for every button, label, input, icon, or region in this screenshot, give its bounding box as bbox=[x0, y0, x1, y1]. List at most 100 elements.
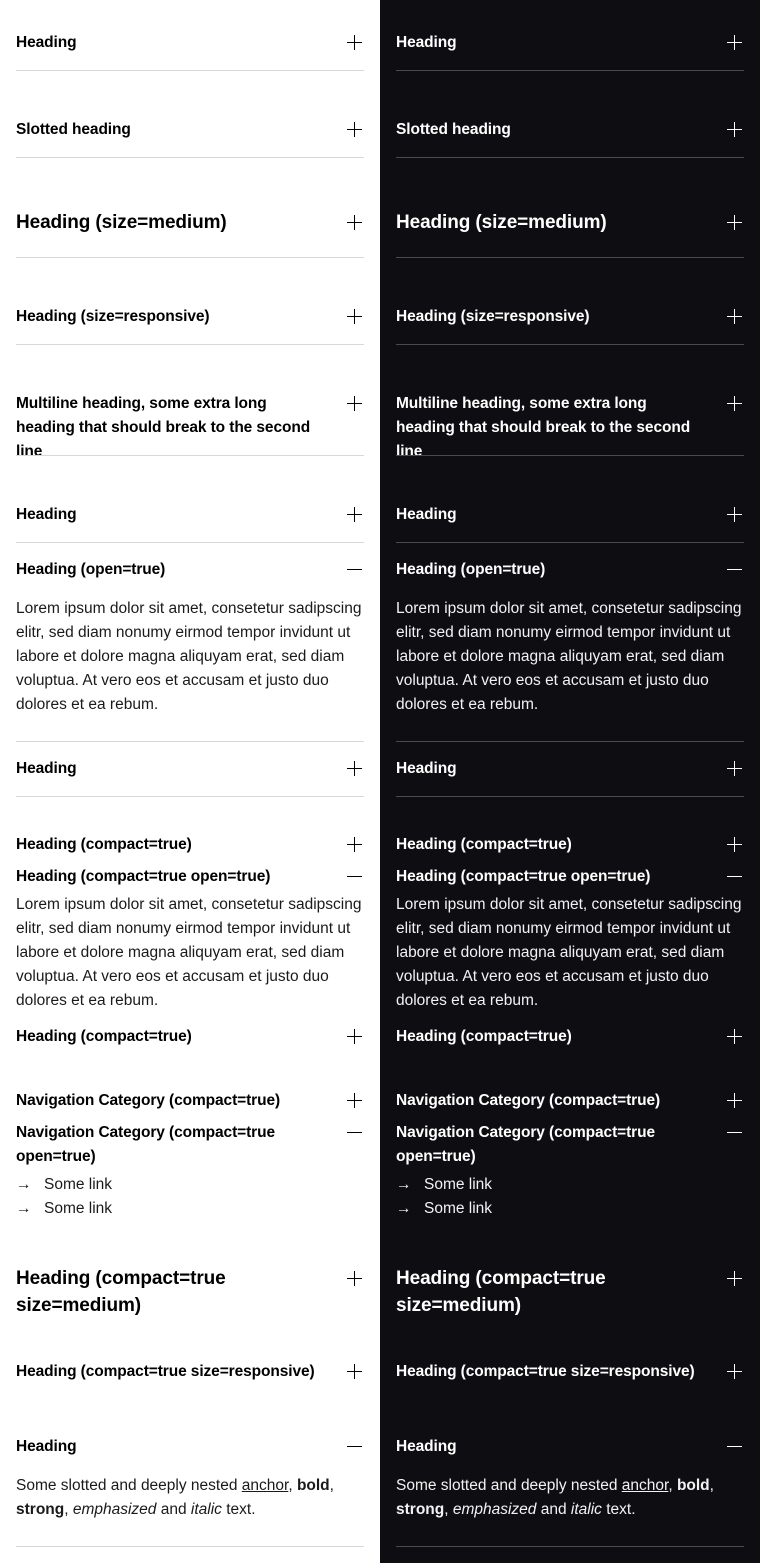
plus-icon[interactable] bbox=[347, 1271, 362, 1286]
accordion-title: Heading bbox=[396, 34, 457, 51]
plus-icon[interactable] bbox=[347, 507, 362, 522]
plus-icon[interactable] bbox=[727, 1093, 742, 1108]
plus-icon[interactable] bbox=[347, 122, 362, 137]
accordion-title: Slotted heading bbox=[16, 121, 131, 138]
plus-icon[interactable] bbox=[347, 1364, 362, 1379]
divider bbox=[396, 157, 744, 158]
accordion-content: Lorem ipsum dolor sit amet, consetetur s… bbox=[16, 896, 362, 1009]
plus-icon[interactable] bbox=[727, 761, 742, 776]
some-link[interactable]: → Some link bbox=[16, 1197, 112, 1221]
minus-icon[interactable] bbox=[727, 562, 742, 577]
accordion-title: Heading (size=medium) bbox=[16, 212, 227, 233]
accordion-title: Navigation Category (compact=true) bbox=[396, 1092, 661, 1109]
some-link[interactable]: → Some link bbox=[396, 1173, 492, 1197]
divider bbox=[16, 70, 364, 71]
arrow-right-icon: → bbox=[16, 1176, 32, 1193]
accordion-title: Heading bbox=[396, 760, 457, 777]
minus-icon[interactable] bbox=[727, 1125, 742, 1140]
plus-icon[interactable] bbox=[727, 1029, 742, 1044]
divider bbox=[396, 796, 744, 797]
plus-icon[interactable] bbox=[727, 309, 742, 324]
divider bbox=[16, 257, 364, 258]
divider bbox=[16, 1546, 364, 1547]
accordion-title: Heading (compact=true size=responsive) bbox=[396, 1363, 695, 1380]
plus-icon[interactable] bbox=[727, 122, 742, 137]
divider bbox=[396, 455, 744, 456]
plus-icon[interactable] bbox=[727, 837, 742, 852]
accordion-content: Lorem ipsum dolor sit amet, consetetur s… bbox=[16, 600, 362, 713]
accordion-title: Heading (compact=true) bbox=[396, 1028, 572, 1045]
plus-icon[interactable] bbox=[347, 1029, 362, 1044]
accordion-title: Heading (open=true) bbox=[16, 561, 166, 578]
minus-icon[interactable] bbox=[347, 1125, 362, 1140]
arrow-right-icon: → bbox=[16, 1200, 32, 1217]
accordion-title: Heading (size=responsive) bbox=[16, 308, 210, 325]
minus-icon[interactable] bbox=[347, 562, 362, 577]
accordion-slotted-content: Some slotted and deeply nested anchor, b… bbox=[396, 1477, 714, 1518]
divider bbox=[396, 257, 744, 258]
minus-icon[interactable] bbox=[347, 869, 362, 884]
minus-icon[interactable] bbox=[347, 1439, 362, 1454]
divider bbox=[396, 70, 744, 71]
divider bbox=[16, 542, 364, 543]
plus-icon[interactable] bbox=[727, 1364, 742, 1379]
plus-icon[interactable] bbox=[347, 396, 362, 411]
accordion-title: Heading (compact=true) bbox=[396, 836, 572, 853]
divider bbox=[16, 455, 364, 456]
minus-icon[interactable] bbox=[727, 869, 742, 884]
divider bbox=[396, 344, 744, 345]
some-link[interactable]: → Some link bbox=[16, 1173, 112, 1197]
accordion-title: Slotted heading bbox=[396, 121, 511, 138]
arrow-right-icon: → bbox=[396, 1176, 412, 1193]
plus-icon[interactable] bbox=[347, 35, 362, 50]
accordion-title: Heading (open=true) bbox=[396, 561, 546, 578]
accordion-title: Heading bbox=[16, 760, 77, 777]
accordion-title: Heading (size=medium) bbox=[396, 212, 607, 233]
accordion-title: Heading (size=responsive) bbox=[396, 308, 590, 325]
accordion-slotted-content: Some slotted and deeply nested anchor, b… bbox=[16, 1477, 334, 1518]
accordion-title: Navigation Category (compact=true open=t… bbox=[16, 1124, 275, 1165]
plus-icon[interactable] bbox=[727, 396, 742, 411]
divider bbox=[396, 741, 744, 742]
plus-icon[interactable] bbox=[347, 309, 362, 324]
divider bbox=[16, 741, 364, 742]
dark-theme-panel: Heading Slotted heading Heading (size=me… bbox=[380, 0, 760, 1563]
accordion-title: Heading bbox=[16, 1438, 77, 1455]
anchor-link[interactable]: anchor bbox=[622, 1477, 669, 1494]
anchor-link[interactable]: anchor bbox=[242, 1477, 289, 1494]
accordion-title: Heading (compact=true open=true) bbox=[16, 868, 271, 885]
accordion-title: Heading bbox=[396, 506, 457, 523]
accordion-title: Heading (compact=true size=medium) bbox=[16, 1268, 226, 1316]
plus-icon[interactable] bbox=[727, 1271, 742, 1286]
accordion-title: Heading bbox=[396, 1438, 457, 1455]
some-link[interactable]: → Some link bbox=[396, 1197, 492, 1221]
accordion-title: Multiline heading, some extra long headi… bbox=[396, 395, 691, 460]
divider bbox=[396, 542, 744, 543]
accordion-content: Lorem ipsum dolor sit amet, consetetur s… bbox=[396, 896, 742, 1009]
plus-icon[interactable] bbox=[347, 1093, 362, 1108]
plus-icon[interactable] bbox=[727, 35, 742, 50]
accordion-title: Multiline heading, some extra long headi… bbox=[16, 395, 311, 460]
light-theme-panel: Heading Slotted heading Heading (size=me… bbox=[0, 0, 380, 1563]
accordion-title: Heading (compact=true size=responsive) bbox=[16, 1363, 315, 1380]
accordion-title: Heading (compact=true size=medium) bbox=[396, 1268, 606, 1316]
accordion-title: Heading bbox=[16, 34, 77, 51]
minus-icon[interactable] bbox=[727, 1439, 742, 1454]
plus-icon[interactable] bbox=[727, 507, 742, 522]
divider bbox=[16, 796, 364, 797]
divider bbox=[396, 1546, 744, 1547]
accordion-title: Heading bbox=[16, 506, 77, 523]
accordion-title: Heading (compact=true open=true) bbox=[396, 868, 651, 885]
accordion-title: Navigation Category (compact=true open=t… bbox=[396, 1124, 655, 1165]
accordion-content: Lorem ipsum dolor sit amet, consetetur s… bbox=[396, 600, 742, 713]
arrow-right-icon: → bbox=[396, 1200, 412, 1217]
plus-icon[interactable] bbox=[727, 215, 742, 230]
divider bbox=[16, 157, 364, 158]
accordion-title: Heading (compact=true) bbox=[16, 1028, 192, 1045]
plus-icon[interactable] bbox=[347, 215, 362, 230]
divider bbox=[16, 344, 364, 345]
accordion-title: Heading (compact=true) bbox=[16, 836, 192, 853]
plus-icon[interactable] bbox=[347, 761, 362, 776]
accordion-title: Navigation Category (compact=true) bbox=[16, 1092, 281, 1109]
plus-icon[interactable] bbox=[347, 837, 362, 852]
